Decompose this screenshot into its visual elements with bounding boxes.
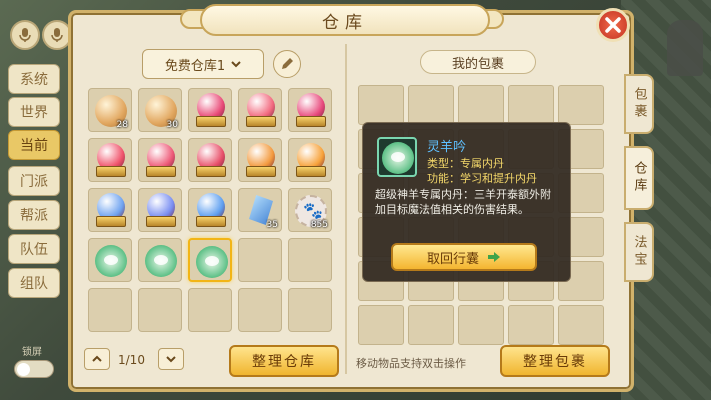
lock-screen-toggle[interactable]	[14, 360, 54, 378]
inner-pill-item-icon	[95, 245, 127, 277]
tab-bag[interactable]: 包裹	[624, 74, 654, 134]
warehouse-slot[interactable]: 35	[238, 188, 282, 232]
inner-pill-item-icon	[145, 245, 177, 277]
warehouse-slot[interactable]	[288, 238, 332, 282]
chevron-down-icon	[231, 61, 241, 68]
panel-divider	[345, 44, 347, 374]
channel-current[interactable]: 当前	[8, 130, 60, 160]
double-click-hint: 移动物品支持双击操作	[356, 357, 466, 370]
item-name: 灵羊吟	[427, 140, 467, 155]
chevron-down-icon	[166, 356, 176, 363]
bag-slot[interactable]	[458, 305, 504, 345]
bag-slot[interactable]	[458, 85, 504, 125]
item-icon	[377, 137, 417, 177]
page-indicator: 1/10	[118, 353, 145, 367]
item-description: 超级神羊专属内丹：三羊开泰额外附加目标魔法值相关的伤害结果。	[375, 188, 551, 216]
page-down-button[interactable]	[158, 348, 184, 370]
warehouse-slot[interactable]	[188, 88, 232, 132]
tab-treasure[interactable]: 法宝	[624, 222, 654, 282]
warehouse-selector[interactable]: 免费仓库1	[142, 49, 264, 79]
warehouse-slot[interactable]: 28	[88, 88, 132, 132]
microphone-icon	[51, 28, 63, 42]
warehouse-slot[interactable]	[238, 238, 282, 282]
warehouse-slot[interactable]	[238, 88, 282, 132]
lock-screen-label: 锁屏	[22, 347, 42, 358]
warehouse-selector-label: 免费仓库1	[164, 58, 226, 74]
warehouse-slot[interactable]	[188, 288, 232, 332]
orb-stand-icon	[196, 216, 226, 227]
bag-slot[interactable]	[408, 305, 454, 345]
orb-stand-icon	[246, 166, 276, 177]
orb-stand-icon	[196, 166, 226, 177]
microphone-icon	[19, 28, 31, 42]
orb-stand-icon	[196, 116, 226, 127]
warehouse-slot[interactable]	[188, 238, 232, 282]
stone-lion-statue	[667, 20, 703, 76]
warehouse-slot[interactable]	[88, 138, 132, 182]
retrieve-to-bag-button[interactable]: 取回行囊	[391, 243, 537, 271]
warehouse-slot[interactable]	[138, 288, 182, 332]
sort-bag-button[interactable]: 整理包裹	[500, 345, 610, 377]
sort-warehouse-button[interactable]: 整理仓库	[229, 345, 339, 377]
warehouse-slot[interactable]	[288, 288, 332, 332]
window-title: 仓库	[200, 4, 490, 36]
bag-title: 我的包裹	[420, 50, 536, 74]
orb-stand-icon	[96, 216, 126, 227]
warehouse-slot[interactable]	[238, 288, 282, 332]
channel-team[interactable]: 队伍	[8, 234, 60, 264]
channel-party[interactable]: 组队	[8, 268, 60, 298]
tab-warehouse[interactable]: 仓库	[624, 146, 654, 210]
warehouse-slot[interactable]	[138, 138, 182, 182]
retrieve-to-bag-label: 取回行囊	[426, 251, 479, 267]
channel-sect[interactable]: 门派	[8, 166, 60, 196]
orb-stand-icon	[146, 166, 176, 177]
rename-warehouse-button[interactable]	[273, 50, 301, 78]
orb-stand-icon	[296, 166, 326, 177]
item-count: 855	[310, 220, 328, 230]
orb-stand-icon	[96, 166, 126, 177]
pencil-icon	[282, 58, 293, 69]
bag-slot[interactable]	[558, 305, 604, 345]
warehouse-slot[interactable]	[88, 238, 132, 282]
channel-world[interactable]: 世界	[8, 97, 60, 127]
channel-system[interactable]: 系统	[8, 64, 60, 94]
warehouse-slot[interactable]	[88, 188, 132, 232]
channel-guild[interactable]: 帮派	[8, 200, 60, 230]
warehouse-slot[interactable]	[88, 288, 132, 332]
close-icon	[605, 17, 621, 33]
warehouse-slot[interactable]	[138, 238, 182, 282]
voice-button[interactable]	[10, 20, 40, 50]
warehouse-slot[interactable]	[188, 138, 232, 182]
inner-pill-item-icon	[196, 246, 228, 278]
warehouse-slot[interactable]	[238, 138, 282, 182]
close-button[interactable]	[596, 8, 630, 42]
orb-stand-icon	[246, 116, 276, 127]
item-function: 功能：学习和提升内丹	[427, 172, 537, 185]
orb-stand-icon	[296, 116, 326, 127]
warehouse-slot[interactable]: 30	[138, 88, 182, 132]
arrow-right-icon	[488, 252, 500, 262]
item-count: 35	[266, 220, 278, 230]
warehouse-slot[interactable]	[188, 188, 232, 232]
bag-slot[interactable]	[508, 85, 554, 125]
bag-slot[interactable]	[508, 305, 554, 345]
item-tooltip: 灵羊吟 类型：专属内丹 功能：学习和提升内丹 超级神羊专属内丹：三羊开泰额外附加…	[362, 122, 571, 282]
item-count: 30	[166, 120, 178, 130]
warehouse-slot[interactable]: 855	[288, 188, 332, 232]
bag-slot[interactable]	[408, 85, 454, 125]
warehouse-slot[interactable]	[138, 188, 182, 232]
bag-slot[interactable]	[358, 305, 404, 345]
chevron-up-icon	[92, 355, 102, 362]
warehouse-slot[interactable]	[288, 88, 332, 132]
bag-slot[interactable]	[358, 85, 404, 125]
bag-slot[interactable]	[558, 85, 604, 125]
warehouse-grid: 28 30 35 855	[88, 88, 332, 332]
warehouse-slot[interactable]	[288, 138, 332, 182]
orb-stand-icon	[146, 216, 176, 227]
item-type: 类型：专属内丹	[427, 157, 504, 170]
item-count: 28	[116, 120, 128, 130]
page-up-button[interactable]	[84, 348, 110, 370]
